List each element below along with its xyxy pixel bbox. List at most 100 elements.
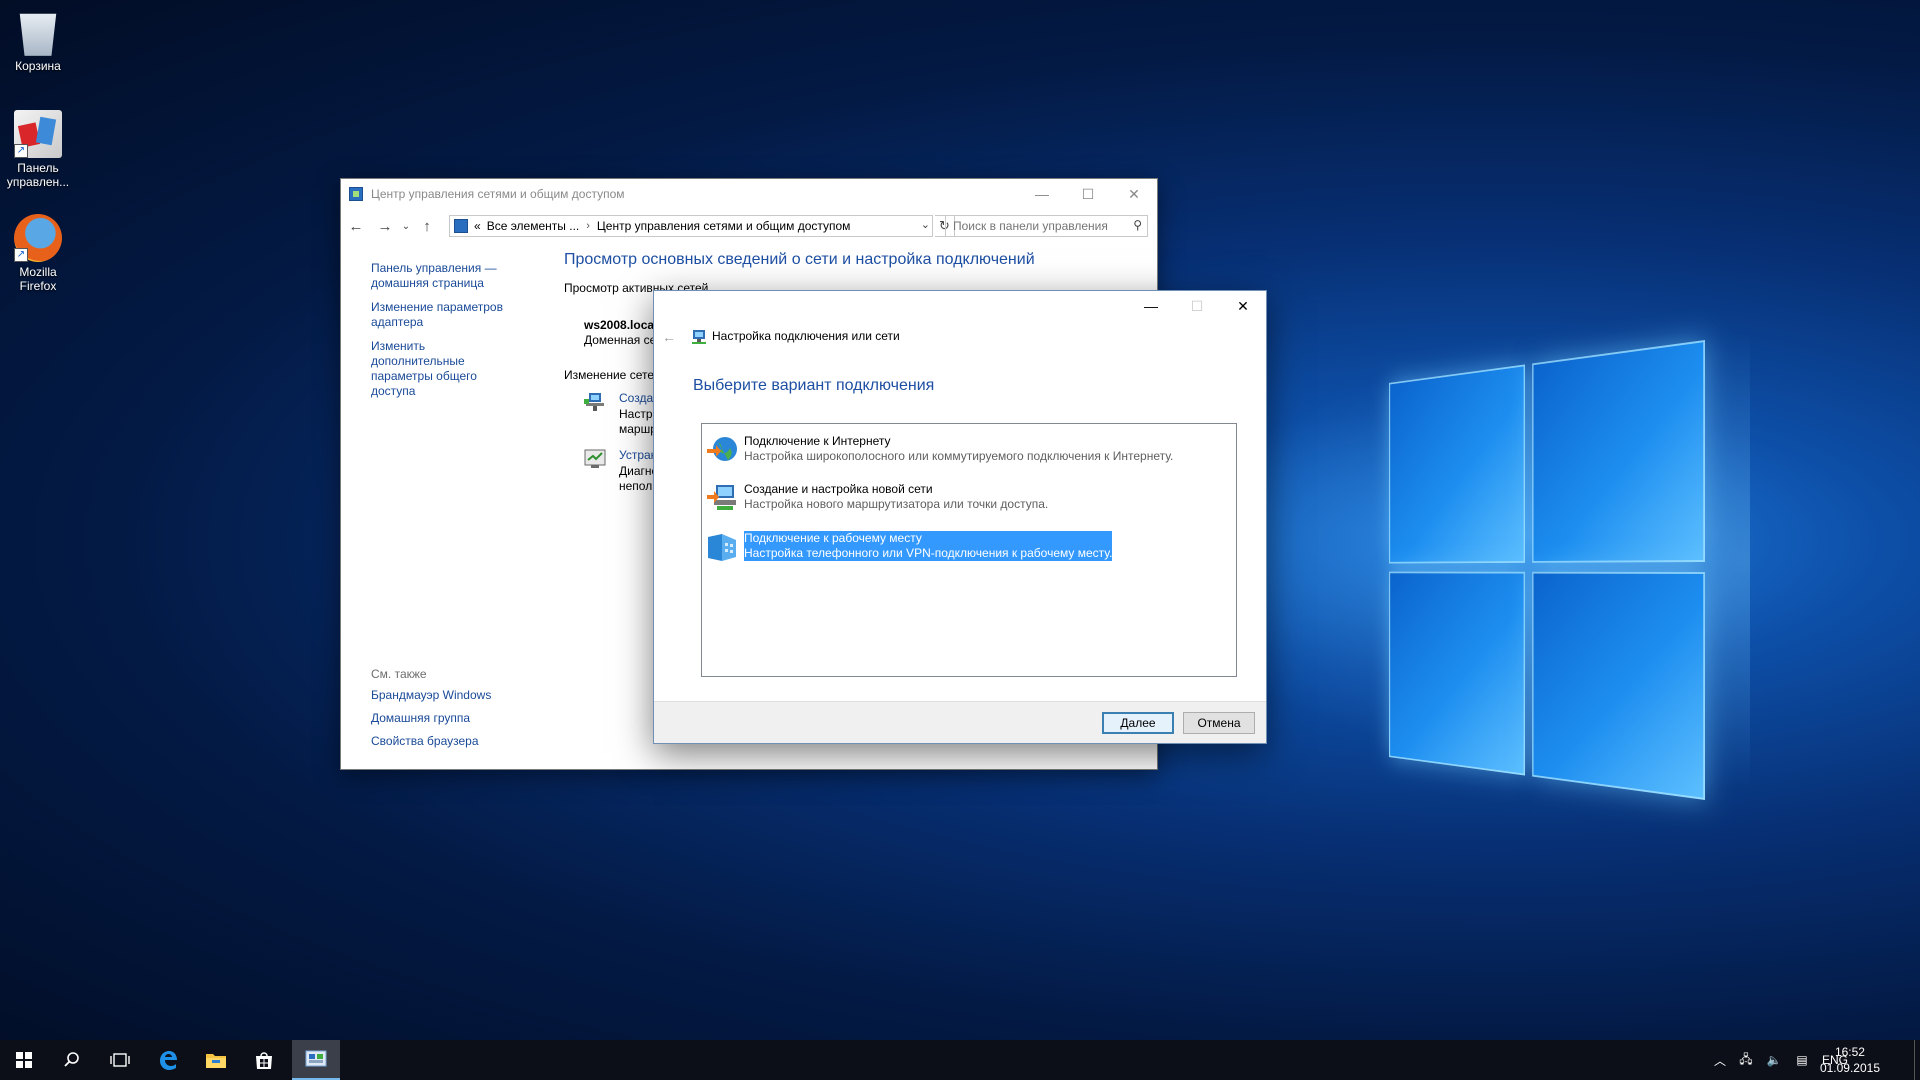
nav-link-adapter-settings[interactable]: Изменение параметров адаптера [371, 300, 521, 330]
address-dropdown-icon[interactable]: ⌄ [921, 218, 930, 231]
option-text: Создание и настройка новой сети Настройк… [744, 482, 1048, 512]
minimize-button[interactable]: — [1019, 179, 1065, 209]
breadcrumb-separator-icon[interactable]: › [586, 220, 590, 232]
network-type: Доменная се [584, 333, 657, 347]
start-icon [16, 1052, 32, 1068]
shortcut-arrow-icon: ↗ [14, 248, 28, 262]
show-desktop-button[interactable] [1914, 1040, 1920, 1080]
recycle-bin-icon [19, 13, 57, 56]
clock-time: 16:52 [1834, 1045, 1865, 1059]
back-button[interactable]: ← [345, 215, 367, 237]
maximize-button[interactable]: ☐ [1065, 179, 1111, 209]
nav-link-advanced-sharing[interactable]: Изменить дополнительные параметры общего… [371, 339, 521, 399]
option-title: Подключение к Интернету [744, 434, 891, 448]
connection-wizard-dialog: — ☐ ✕ ← Настройка подключения или сети В… [653, 290, 1267, 744]
see-also-homegroup-link[interactable]: Домашняя группа [371, 711, 521, 726]
left-navigation: Панель управления — домашняя страница Из… [371, 261, 521, 408]
option-new-network[interactable]: Создание и настройка новой сети Настройк… [706, 482, 1126, 514]
store-taskbar-button[interactable] [240, 1040, 288, 1080]
nav-link-control-panel-home[interactable]: Панель управления — домашняя страница [371, 261, 521, 291]
shortcut-arrow-icon: ↗ [14, 144, 28, 158]
see-also-firewall-link[interactable]: Брандмауэр Windows [371, 688, 521, 703]
network-center-icon [349, 187, 363, 201]
up-button[interactable]: ↑ [416, 215, 438, 237]
search-icon [64, 1052, 79, 1067]
option-description: Настройка широкополосного или коммутируе… [744, 449, 1174, 463]
edge-icon [160, 1051, 177, 1070]
next-button[interactable]: Далее [1102, 712, 1174, 734]
internet-globe-icon [707, 437, 737, 461]
file-explorer-icon [206, 1054, 226, 1068]
option-description: Настройка телефонного или VPN-подключени… [744, 546, 1113, 560]
change-settings-label: Изменение сете [564, 368, 654, 382]
address-bar[interactable]: « Все элементы ... › Центр управления се… [449, 215, 933, 237]
task-view-button[interactable] [96, 1040, 144, 1080]
desktop-icon-label: Корзина [15, 59, 61, 73]
desktop: Корзина ↗ Панель управлен... ↗ Mozilla F… [0, 0, 1920, 1040]
edge-taskbar-button[interactable] [144, 1040, 192, 1080]
title-bar[interactable]: Центр управления сетями и общим доступом… [341, 179, 1157, 209]
workplace-icon [708, 534, 736, 561]
breadcrumb-current[interactable]: Центр управления сетями и общим доступом [597, 219, 851, 233]
see-also-section: См. также Брандмауэр Windows Домашняя гр… [371, 667, 521, 757]
option-text: Подключение к Интернету Настройка широко… [744, 434, 1173, 464]
control-panel-icon: ↗ [14, 110, 62, 158]
network-name: ws2008.loca [584, 318, 655, 332]
desktop-icon-recycle-bin[interactable]: Корзина [2, 8, 74, 73]
dialog-title: Настройка подключения или сети [712, 329, 900, 343]
clock-date: 01.09.2015 [1819, 1061, 1880, 1075]
recent-locations-button[interactable]: ⌄ [395, 215, 417, 237]
network-setup-icon [692, 330, 706, 344]
desktop-icon-control-panel[interactable]: ↗ Панель управлен... [2, 110, 74, 189]
taskbar: ︿ 🖧 🔈 ▤ ENG 16:52 01.09.2015 [0, 1040, 1920, 1080]
minimize-button[interactable]: — [1128, 291, 1174, 321]
dialog-heading: Выберите вариант подключения [693, 377, 935, 394]
firefox-icon: ↗ [14, 214, 62, 262]
control-panel-icon [305, 1050, 327, 1067]
page-title: Просмотр основных сведений о сети и наст… [564, 251, 1035, 268]
control-panel-taskbar-button[interactable] [292, 1040, 340, 1080]
windows-logo-wallpaper [1389, 340, 1705, 800]
file-explorer-taskbar-button[interactable] [192, 1040, 240, 1080]
close-button[interactable]: ✕ [1220, 291, 1266, 321]
start-button[interactable] [0, 1040, 48, 1080]
volume-icon[interactable]: 🔈 [1760, 1053, 1788, 1067]
show-hidden-icons-chevron-icon[interactable]: ︿ [1708, 1052, 1732, 1069]
store-icon [256, 1052, 272, 1069]
see-also-header: См. также [371, 667, 427, 681]
network-icon[interactable]: 🖧 [1732, 1050, 1760, 1071]
breadcrumb-all-items[interactable]: Все элементы ... [487, 219, 580, 233]
control-panel-icon [454, 219, 468, 233]
connection-options-list[interactable]: Подключение к Интернету Настройка широко… [701, 423, 1237, 677]
task-view-icon [110, 1053, 130, 1067]
option-text: Подключение к рабочему месту Настройка т… [742, 530, 1114, 562]
search-input[interactable] [953, 216, 1125, 236]
dialog-footer: Далее Отмена [654, 701, 1266, 743]
option-description: Настройка нового маршрутизатора или точк… [744, 497, 1049, 511]
troubleshoot-icon [584, 449, 606, 468]
maximize-button: ☐ [1190, 297, 1204, 314]
clock[interactable]: 16:52 01.09.2015 [1820, 1044, 1880, 1076]
cancel-button[interactable]: Отмена [1183, 712, 1255, 734]
option-title: Создание и настройка новой сети [744, 482, 933, 496]
see-also-browser-properties-link[interactable]: Свойства браузера [371, 734, 521, 749]
window-title: Центр управления сетями и общим доступом [371, 187, 625, 201]
option-title: Подключение к рабочему месту [744, 531, 922, 545]
task-troubleshoot-link[interactable]: Устран [619, 448, 657, 462]
new-network-icon [707, 485, 736, 510]
search-box[interactable]: ⚲ [945, 215, 1148, 237]
option-internet[interactable]: Подключение к Интернету Настройка широко… [706, 434, 1173, 466]
search-button[interactable] [48, 1040, 96, 1080]
close-button[interactable]: ✕ [1111, 179, 1157, 209]
forward-button[interactable]: → [374, 215, 396, 237]
breadcrumb-overflow[interactable]: « [474, 219, 481, 233]
back-arrow-icon: ← [662, 329, 676, 345]
search-icon[interactable]: ⚲ [1133, 218, 1142, 232]
new-connection-icon [584, 393, 604, 411]
desktop-icon-label: Панель управлен... [6, 161, 70, 189]
desktop-icon-firefox[interactable]: ↗ Mozilla Firefox [2, 214, 74, 293]
action-center-icon[interactable]: ▤ [1788, 1053, 1816, 1067]
option-workplace[interactable]: Подключение к рабочему месту Настройка т… [706, 530, 1126, 563]
desktop-icon-label: Mozilla Firefox [19, 265, 57, 293]
dialog-title-bar[interactable]: — ☐ ✕ [654, 291, 1266, 321]
